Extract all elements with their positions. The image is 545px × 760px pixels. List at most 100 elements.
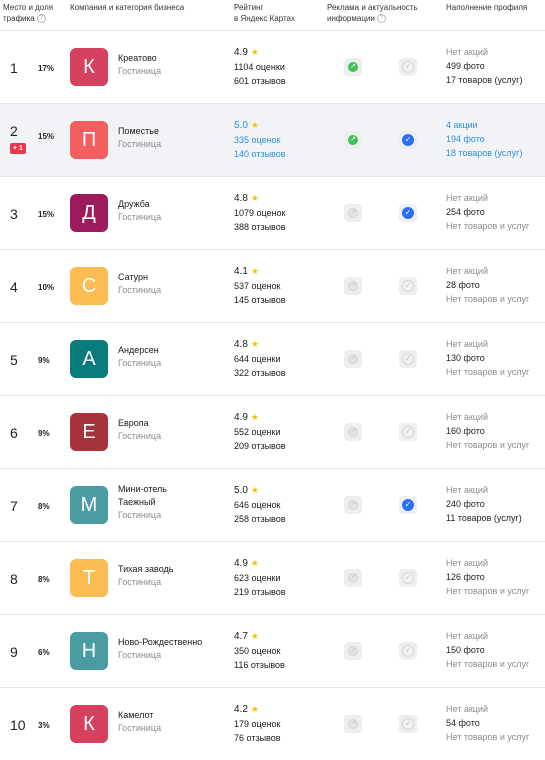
info-actual-check-icon[interactable]: ✓ [399,131,417,149]
profile-header: Наполнение профиля [446,3,528,12]
profile-fill: Нет акций 150 фото Нет товаров и услуг [446,629,545,671]
question-circle-icon[interactable]: ? [36,14,46,24]
ad-inactive-icon[interactable]: ↗ [344,277,362,295]
info-actual-check-icon[interactable]: ✓ [399,204,417,222]
photos-count[interactable]: 194 фото [446,132,545,146]
company-name[interactable]: Европа [118,417,218,430]
table-row[interactable]: 8 8% Т Тихая заводь Гостиница 4.9 ★ 623 о… [0,541,545,614]
photos-count[interactable]: 254 фото [446,205,545,219]
company-avatar[interactable]: М [70,486,108,524]
company-name-line: Дружба [118,199,150,209]
table-row[interactable]: 9 6% Н Ново-Рождественно Гостиница 4.7 ★ … [0,614,545,687]
reviews-count: 76 отзывов [234,733,281,743]
ratings-count: 537 оценок [234,281,281,291]
photos-count[interactable]: 240 фото [446,497,545,511]
promos-count[interactable]: Нет акций [446,264,545,278]
company-name[interactable]: Дружба [118,198,218,211]
ad-inactive-icon[interactable]: ↗ [344,350,362,368]
info-not-actual-check-icon[interactable]: ✓ [399,715,417,733]
promos-count[interactable]: Нет акций [446,45,545,59]
traffic-share: 10% [38,283,55,292]
info-actual-check-icon[interactable]: ✓ [399,496,417,514]
company-avatar[interactable]: Н [70,632,108,670]
photos-count[interactable]: 54 фото [446,716,545,730]
info-not-actual-check-icon[interactable]: ✓ [399,423,417,441]
photos-count[interactable]: 150 фото [446,643,545,657]
promos-count[interactable]: Нет акций [446,702,545,716]
ad-inactive-icon[interactable]: ↗ [344,496,362,514]
photos-count[interactable]: 160 фото [446,424,545,438]
info-not-actual-check-icon[interactable]: ✓ [399,350,417,368]
traffic-share: 8% [38,502,50,511]
company-avatar[interactable]: П [70,121,108,159]
ad-inactive-icon[interactable]: ↗ [344,642,362,660]
ad-active-icon[interactable]: ↗ [344,58,362,76]
goods-count[interactable]: Нет товаров и услуг [446,730,545,744]
goods-count[interactable]: 18 товаров (услуг) [446,146,545,160]
company-name-line: Поместье [118,126,159,136]
info-not-actual-check-icon[interactable]: ✓ [399,569,417,587]
info-not-actual-check-icon[interactable]: ✓ [399,277,417,295]
traffic-share: 8% [38,575,50,584]
company-name-line: Сатурн [118,272,149,282]
photos-count[interactable]: 126 фото [446,570,545,584]
promos-count[interactable]: Нет акций [446,483,545,497]
company-avatar[interactable]: К [70,705,108,743]
ad-inactive-icon[interactable]: ↗ [344,423,362,441]
goods-count[interactable]: Нет товаров и услуг [446,584,545,598]
goods-count[interactable]: 11 товаров (услуг) [446,511,545,525]
info-not-actual-check-icon[interactable]: ✓ [399,58,417,76]
table-row[interactable]: 2 15% + 1 П Поместье Гостиница 5.0 ★ 335 … [0,103,545,176]
rating-score-line: 4.7 ★ [234,629,285,644]
goods-count[interactable]: Нет товаров и услуг [446,657,545,671]
table-row[interactable]: 6 9% Е Европа Гостиница 4.9 ★ 552 оценки … [0,395,545,468]
company-name[interactable]: Поместье [118,125,218,138]
table-row[interactable]: 4 10% С Сатурн Гостиница 4.1 ★ 537 оценок… [0,249,545,322]
goods-count[interactable]: 17 товаров (услуг) [446,73,545,87]
question-circle-icon[interactable]: ? [376,14,386,24]
photos-count[interactable]: 499 фото [446,59,545,73]
company-name[interactable]: Креатово [118,52,218,65]
rating-block: 4.9 ★ 552 оценки 209 отзывов [234,410,286,453]
company-name[interactable]: Мини-отель Таежный [118,483,218,509]
company-name-line: Креатово [118,53,157,63]
rank-number: 3 [10,206,18,222]
goods-count[interactable]: Нет товаров и услуг [446,365,545,379]
goods-count[interactable]: Нет товаров и услуг [446,219,545,233]
promos-count[interactable]: Нет акций [446,629,545,643]
company-name[interactable]: Ново-Рождественно [118,636,218,649]
ad-inactive-icon[interactable]: ↗ [344,204,362,222]
photos-count[interactable]: 130 фото [446,351,545,365]
company-avatar[interactable]: А [70,340,108,378]
table-row[interactable]: 3 15% Д Дружба Гостиница 4.8 ★ 1079 оцено… [0,176,545,249]
company-name[interactable]: Камелот [118,709,218,722]
ad-inactive-icon[interactable]: ↗ [344,569,362,587]
company-name[interactable]: Сатурн [118,271,218,284]
company-name[interactable]: Андерсен [118,344,218,357]
company-avatar[interactable]: Т [70,559,108,597]
table-row[interactable]: 5 9% А Андерсен Гостиница 4.8 ★ 644 оценк… [0,322,545,395]
company-name-line: Европа [118,418,149,428]
goods-count[interactable]: Нет товаров и услуг [446,292,545,306]
company-avatar[interactable]: К [70,48,108,86]
ad-inactive-icon[interactable]: ↗ [344,715,362,733]
promos-count[interactable]: Нет акций [446,337,545,351]
star-icon: ★ [250,558,259,568]
promos-count[interactable]: Нет акций [446,410,545,424]
table-row[interactable]: 1 17% К Креатово Гостиница 4.9 ★ 1104 оце… [0,30,545,103]
company-name[interactable]: Тихая заводь [118,563,218,576]
company-avatar[interactable]: С [70,267,108,305]
company-avatar[interactable]: Е [70,413,108,451]
table-row[interactable]: 7 8% М Мини-отель Таежный Гостиница 5.0 ★ … [0,468,545,541]
promos-count[interactable]: 4 акции [446,118,545,132]
table-row[interactable]: 10 3% К Камелот Гостиница 4.2 ★ 179 оцено… [0,687,545,760]
promos-count[interactable]: Нет акций [446,191,545,205]
goods-count[interactable]: Нет товаров и услуг [446,438,545,452]
ratings-count: 552 оценки [234,427,281,437]
photos-count[interactable]: 28 фото [446,278,545,292]
promos-count[interactable]: Нет акций [446,556,545,570]
info-not-actual-check-icon[interactable]: ✓ [399,642,417,660]
ad-active-icon[interactable]: ↗ [344,131,362,149]
company-avatar[interactable]: Д [70,194,108,232]
rating-score: 4.7 [234,631,248,642]
